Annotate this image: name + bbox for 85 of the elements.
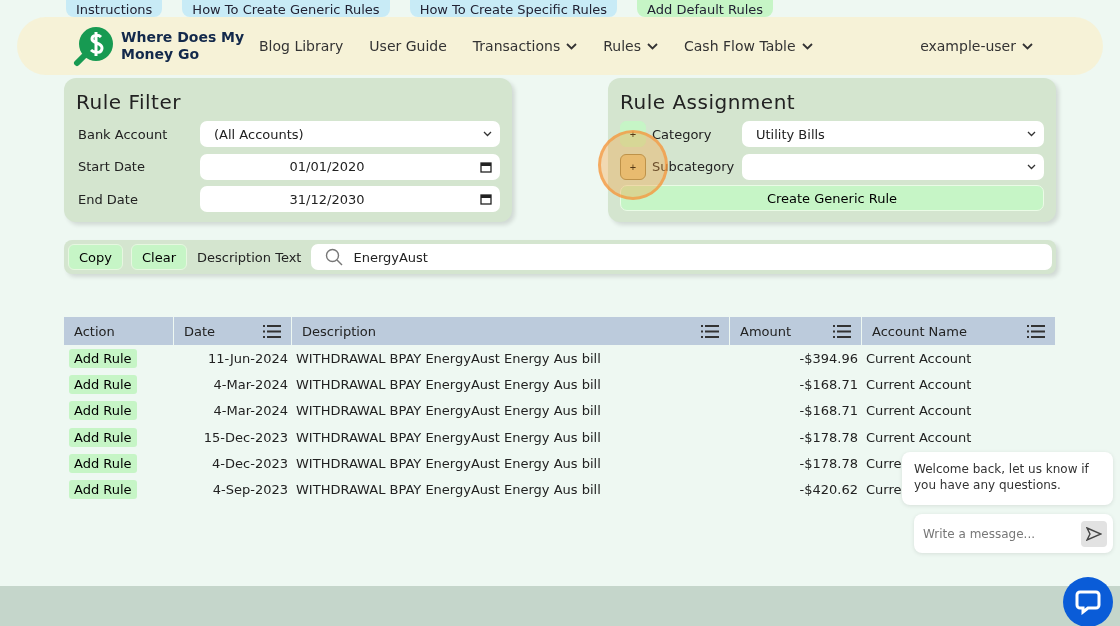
add-button[interactable]: + — [620, 121, 646, 148]
field-label: Start Date — [77, 159, 146, 175]
table-cell-text: 4-Mar-2024 — [212, 403, 289, 419]
field-label: Bank Account — [77, 126, 169, 142]
chevron-down-icon — [566, 42, 578, 50]
toolbar-button[interactable]: Copy — [68, 244, 123, 270]
list-icon[interactable] — [833, 324, 851, 338]
chevron-down-icon — [647, 42, 658, 50]
table-cell-text: Curre — [865, 482, 903, 498]
column-header[interactable]: Date — [174, 317, 292, 345]
field-label: Description Text — [197, 249, 302, 265]
table-cell-text: WITHDRAWAL BPAY EnergyAust Energy Aus bill — [295, 482, 602, 498]
toolbar-button[interactable]: Clear — [131, 244, 187, 270]
table-cell-text: Current Account — [865, 403, 973, 419]
nav-link[interactable]: Cash Flow Table — [684, 38, 813, 54]
field-label: End Date — [77, 191, 139, 207]
nav-link[interactable]: Blog Library — [259, 38, 344, 54]
chat-bubble-icon — [1075, 589, 1101, 615]
table-cell-text: -$168.71 — [798, 376, 859, 392]
nav-link[interactable]: User Guide — [369, 38, 447, 54]
panel-title: Rule Filter — [76, 90, 182, 114]
chevron-down-icon — [801, 42, 813, 50]
table-cell-text: 4-Dec-2023 — [211, 455, 289, 471]
table-cell-text: Current Account — [865, 429, 973, 445]
add-rule-button[interactable]: Add Rule — [69, 427, 137, 447]
chevron-down-icon — [1022, 42, 1033, 50]
table-cell-text: WITHDRAWAL BPAY EnergyAust Energy Aus bill — [295, 350, 602, 366]
date-field[interactable]: 01/01/2020 — [200, 153, 500, 180]
add-rule-button[interactable]: Add Rule — [69, 374, 137, 394]
table-cell-text: -$178.78 — [798, 429, 859, 445]
chevron-down-icon — [1027, 131, 1036, 138]
column-header[interactable]: Account Name — [862, 317, 1056, 345]
list-icon[interactable] — [263, 324, 281, 338]
table-cell-text: WITHDRAWAL BPAY EnergyAust Energy Aus bill — [295, 403, 602, 419]
create-rule-button[interactable]: Create Generic Rule — [620, 185, 1044, 211]
select-field[interactable]: Utility Bills — [742, 121, 1044, 148]
chat-message: Welcome back, let us know if you have any questions. — [902, 452, 1113, 505]
chat-input-field[interactable]: Write a message... — [914, 514, 1113, 553]
search-field[interactable]: EnergyAust — [311, 244, 1052, 270]
table-cell-text: -$420.62 — [798, 482, 859, 498]
add-rule-button[interactable]: Add Rule — [69, 401, 137, 421]
user-menu[interactable]: example-user — [920, 38, 1033, 54]
chevron-down-icon — [483, 131, 492, 138]
nav-link[interactable]: Rules — [603, 38, 658, 54]
table-cell-text: 4-Sep-2023 — [211, 482, 289, 498]
calendar-icon — [480, 160, 492, 173]
table-cell-text: -$394.96 — [798, 350, 859, 366]
table-cell-text: 11-Jun-2024 — [206, 350, 289, 366]
chevron-down-icon — [1027, 163, 1036, 170]
select-field[interactable] — [742, 153, 1044, 180]
table-cell-text: WITHDRAWAL BPAY EnergyAust Energy Aus bill — [295, 455, 602, 471]
table-cell-text: Curre — [865, 455, 903, 471]
search-icon — [325, 248, 344, 266]
list-icon[interactable] — [1027, 324, 1045, 338]
help-tab-button[interactable]: Instructions — [66, 0, 163, 17]
table-cell-text: -$168.71 — [798, 403, 859, 419]
chat-launcher-button[interactable] — [1063, 577, 1113, 626]
table-cell-text: -$178.78 — [798, 455, 859, 471]
date-field[interactable]: 31/12/2030 — [200, 186, 500, 213]
table-cell-text: 4-Mar-2024 — [212, 376, 289, 392]
column-header[interactable]: Amount — [730, 317, 862, 345]
field-label: Category — [652, 126, 713, 142]
dollar-magnifier-logo-icon — [73, 25, 115, 67]
column-header[interactable]: Action — [64, 317, 174, 345]
nav-link[interactable]: Transactions — [472, 38, 578, 54]
help-tab-button[interactable]: How To Create Generic Rules — [182, 0, 390, 17]
add-rule-button[interactable]: Add Rule — [69, 348, 137, 368]
table-cell-text: Current Account — [865, 350, 973, 366]
table-cell-text: WITHDRAWAL BPAY EnergyAust Energy Aus bill — [295, 429, 602, 445]
add-button[interactable]: + — [620, 153, 646, 180]
list-icon[interactable] — [701, 324, 719, 338]
panel-title: Rule Assignment — [620, 90, 797, 114]
table-cell-text: 15-Dec-2023 — [202, 429, 289, 445]
column-header[interactable]: Description — [292, 317, 730, 345]
add-rule-button[interactable]: Add Rule — [69, 453, 137, 473]
help-tab-button[interactable]: How To Create Specific Rules — [409, 0, 618, 17]
table-cell-text: Current Account — [865, 376, 973, 392]
add-rule-button[interactable]: Add Rule — [69, 480, 137, 500]
select-field[interactable]: (All Accounts) — [200, 121, 500, 148]
brand-name[interactable]: Where Does My Money Go — [121, 29, 245, 63]
table-cell-text: WITHDRAWAL BPAY EnergyAust Energy Aus bill — [295, 376, 602, 392]
send-button[interactable] — [1081, 520, 1107, 547]
send-icon — [1086, 526, 1102, 541]
help-tab-button[interactable]: Add Default Rules — [637, 0, 774, 17]
calendar-icon — [480, 193, 492, 206]
